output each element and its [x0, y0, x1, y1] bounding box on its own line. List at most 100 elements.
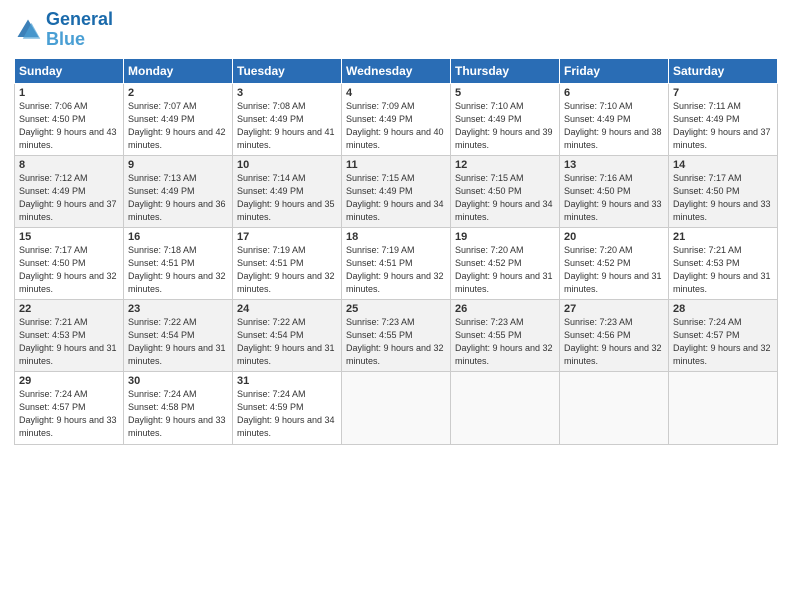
day-info: Sunrise: 7:10 AMSunset: 4:49 PMDaylight:…	[564, 100, 664, 152]
day-info: Sunrise: 7:12 AMSunset: 4:49 PMDaylight:…	[19, 172, 119, 224]
day-cell: 30Sunrise: 7:24 AMSunset: 4:58 PMDayligh…	[124, 372, 233, 444]
header-row: SundayMondayTuesdayWednesdayThursdayFrid…	[15, 58, 778, 83]
day-number: 14	[673, 159, 773, 171]
day-cell: 20Sunrise: 7:20 AMSunset: 4:52 PMDayligh…	[560, 227, 669, 299]
day-number: 31	[237, 375, 337, 387]
day-cell: 16Sunrise: 7:18 AMSunset: 4:51 PMDayligh…	[124, 227, 233, 299]
day-info: Sunrise: 7:18 AMSunset: 4:51 PMDaylight:…	[128, 244, 228, 296]
day-info: Sunrise: 7:22 AMSunset: 4:54 PMDaylight:…	[237, 316, 337, 368]
day-info: Sunrise: 7:22 AMSunset: 4:54 PMDaylight:…	[128, 316, 228, 368]
day-number: 22	[19, 303, 119, 315]
day-number: 18	[346, 231, 446, 243]
page-header: General Blue	[14, 10, 778, 50]
day-cell: 9Sunrise: 7:13 AMSunset: 4:49 PMDaylight…	[124, 155, 233, 227]
logo-icon	[14, 16, 42, 44]
day-number: 25	[346, 303, 446, 315]
week-row-3: 15Sunrise: 7:17 AMSunset: 4:50 PMDayligh…	[15, 227, 778, 299]
day-number: 3	[237, 87, 337, 99]
day-number: 5	[455, 87, 555, 99]
day-number: 1	[19, 87, 119, 99]
day-info: Sunrise: 7:10 AMSunset: 4:49 PMDaylight:…	[455, 100, 555, 152]
day-info: Sunrise: 7:08 AMSunset: 4:49 PMDaylight:…	[237, 100, 337, 152]
day-number: 12	[455, 159, 555, 171]
day-info: Sunrise: 7:24 AMSunset: 4:57 PMDaylight:…	[673, 316, 773, 368]
day-number: 6	[564, 87, 664, 99]
week-row-1: 1Sunrise: 7:06 AMSunset: 4:50 PMDaylight…	[15, 83, 778, 155]
header-cell-friday: Friday	[560, 58, 669, 83]
week-row-5: 29Sunrise: 7:24 AMSunset: 4:57 PMDayligh…	[15, 372, 778, 444]
day-cell	[669, 372, 778, 444]
day-info: Sunrise: 7:24 AMSunset: 4:57 PMDaylight:…	[19, 388, 119, 440]
day-cell: 18Sunrise: 7:19 AMSunset: 4:51 PMDayligh…	[342, 227, 451, 299]
day-cell: 6Sunrise: 7:10 AMSunset: 4:49 PMDaylight…	[560, 83, 669, 155]
day-number: 21	[673, 231, 773, 243]
day-cell: 26Sunrise: 7:23 AMSunset: 4:55 PMDayligh…	[451, 300, 560, 372]
day-cell	[451, 372, 560, 444]
day-number: 8	[19, 159, 119, 171]
day-cell: 23Sunrise: 7:22 AMSunset: 4:54 PMDayligh…	[124, 300, 233, 372]
day-info: Sunrise: 7:17 AMSunset: 4:50 PMDaylight:…	[19, 244, 119, 296]
day-info: Sunrise: 7:16 AMSunset: 4:50 PMDaylight:…	[564, 172, 664, 224]
day-info: Sunrise: 7:06 AMSunset: 4:50 PMDaylight:…	[19, 100, 119, 152]
header-cell-wednesday: Wednesday	[342, 58, 451, 83]
day-number: 13	[564, 159, 664, 171]
day-cell: 25Sunrise: 7:23 AMSunset: 4:55 PMDayligh…	[342, 300, 451, 372]
day-cell	[560, 372, 669, 444]
week-row-4: 22Sunrise: 7:21 AMSunset: 4:53 PMDayligh…	[15, 300, 778, 372]
day-info: Sunrise: 7:20 AMSunset: 4:52 PMDaylight:…	[455, 244, 555, 296]
day-cell: 5Sunrise: 7:10 AMSunset: 4:49 PMDaylight…	[451, 83, 560, 155]
day-cell: 17Sunrise: 7:19 AMSunset: 4:51 PMDayligh…	[233, 227, 342, 299]
day-number: 15	[19, 231, 119, 243]
calendar-body: 1Sunrise: 7:06 AMSunset: 4:50 PMDaylight…	[15, 83, 778, 444]
day-info: Sunrise: 7:20 AMSunset: 4:52 PMDaylight:…	[564, 244, 664, 296]
day-number: 23	[128, 303, 228, 315]
day-cell: 12Sunrise: 7:15 AMSunset: 4:50 PMDayligh…	[451, 155, 560, 227]
day-cell: 3Sunrise: 7:08 AMSunset: 4:49 PMDaylight…	[233, 83, 342, 155]
header-cell-sunday: Sunday	[15, 58, 124, 83]
day-info: Sunrise: 7:24 AMSunset: 4:59 PMDaylight:…	[237, 388, 337, 440]
day-cell: 11Sunrise: 7:15 AMSunset: 4:49 PMDayligh…	[342, 155, 451, 227]
header-cell-monday: Monday	[124, 58, 233, 83]
calendar-header: SundayMondayTuesdayWednesdayThursdayFrid…	[15, 58, 778, 83]
day-info: Sunrise: 7:24 AMSunset: 4:58 PMDaylight:…	[128, 388, 228, 440]
day-number: 11	[346, 159, 446, 171]
day-number: 29	[19, 375, 119, 387]
day-cell: 14Sunrise: 7:17 AMSunset: 4:50 PMDayligh…	[669, 155, 778, 227]
page-container: General Blue SundayMondayTuesdayWednesda…	[0, 0, 792, 453]
day-info: Sunrise: 7:14 AMSunset: 4:49 PMDaylight:…	[237, 172, 337, 224]
day-info: Sunrise: 7:19 AMSunset: 4:51 PMDaylight:…	[237, 244, 337, 296]
day-cell: 13Sunrise: 7:16 AMSunset: 4:50 PMDayligh…	[560, 155, 669, 227]
calendar-table: SundayMondayTuesdayWednesdayThursdayFrid…	[14, 58, 778, 445]
day-number: 20	[564, 231, 664, 243]
day-number: 26	[455, 303, 555, 315]
day-info: Sunrise: 7:13 AMSunset: 4:49 PMDaylight:…	[128, 172, 228, 224]
day-info: Sunrise: 7:17 AMSunset: 4:50 PMDaylight:…	[673, 172, 773, 224]
day-number: 2	[128, 87, 228, 99]
logo-text: General Blue	[46, 10, 113, 50]
day-cell: 7Sunrise: 7:11 AMSunset: 4:49 PMDaylight…	[669, 83, 778, 155]
day-info: Sunrise: 7:15 AMSunset: 4:50 PMDaylight:…	[455, 172, 555, 224]
day-cell: 31Sunrise: 7:24 AMSunset: 4:59 PMDayligh…	[233, 372, 342, 444]
day-info: Sunrise: 7:11 AMSunset: 4:49 PMDaylight:…	[673, 100, 773, 152]
logo: General Blue	[14, 10, 113, 50]
day-number: 7	[673, 87, 773, 99]
day-number: 9	[128, 159, 228, 171]
day-cell: 8Sunrise: 7:12 AMSunset: 4:49 PMDaylight…	[15, 155, 124, 227]
day-info: Sunrise: 7:21 AMSunset: 4:53 PMDaylight:…	[673, 244, 773, 296]
day-cell: 2Sunrise: 7:07 AMSunset: 4:49 PMDaylight…	[124, 83, 233, 155]
day-number: 16	[128, 231, 228, 243]
day-number: 10	[237, 159, 337, 171]
header-cell-thursday: Thursday	[451, 58, 560, 83]
day-number: 4	[346, 87, 446, 99]
day-cell: 28Sunrise: 7:24 AMSunset: 4:57 PMDayligh…	[669, 300, 778, 372]
week-row-2: 8Sunrise: 7:12 AMSunset: 4:49 PMDaylight…	[15, 155, 778, 227]
day-cell: 29Sunrise: 7:24 AMSunset: 4:57 PMDayligh…	[15, 372, 124, 444]
day-cell: 19Sunrise: 7:20 AMSunset: 4:52 PMDayligh…	[451, 227, 560, 299]
day-info: Sunrise: 7:23 AMSunset: 4:55 PMDaylight:…	[455, 316, 555, 368]
day-cell: 22Sunrise: 7:21 AMSunset: 4:53 PMDayligh…	[15, 300, 124, 372]
day-cell: 1Sunrise: 7:06 AMSunset: 4:50 PMDaylight…	[15, 83, 124, 155]
day-number: 28	[673, 303, 773, 315]
header-cell-tuesday: Tuesday	[233, 58, 342, 83]
day-cell: 27Sunrise: 7:23 AMSunset: 4:56 PMDayligh…	[560, 300, 669, 372]
day-info: Sunrise: 7:07 AMSunset: 4:49 PMDaylight:…	[128, 100, 228, 152]
